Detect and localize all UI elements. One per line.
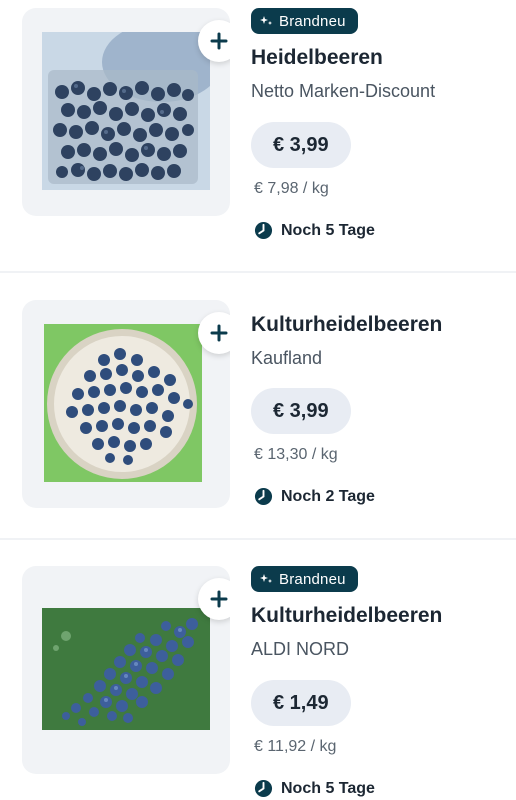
plus-icon	[210, 324, 228, 342]
price-pill: € 3,99	[251, 122, 351, 168]
new-badge: Brandneu	[251, 8, 358, 34]
plus-icon	[210, 590, 228, 608]
product-name: Heidelbeeren	[251, 46, 383, 69]
product-image-card[interactable]	[22, 300, 230, 508]
clock-icon	[254, 221, 273, 240]
product-image	[44, 324, 202, 482]
product-name: Kulturheidelbeeren	[251, 313, 443, 336]
validity-label: Noch 5 Tage	[281, 779, 375, 797]
validity-label: Noch 2 Tage	[281, 487, 375, 505]
badge-label: Brandneu	[279, 570, 346, 588]
product-image	[42, 608, 210, 730]
product-name: Kulturheidelbeeren	[251, 604, 443, 627]
divider	[0, 271, 516, 273]
sparkle-icon	[260, 574, 272, 583]
validity-label: Noch 5 Tage	[281, 221, 375, 239]
unit-price: € 13,30 / kg	[254, 446, 338, 463]
unit-price: € 11,92 / kg	[254, 738, 337, 755]
product-image-card[interactable]	[22, 8, 230, 216]
unit-price: € 7,98 / kg	[254, 180, 329, 197]
product-image	[42, 32, 210, 190]
offer-card[interactable]: Brandneu Kulturheidelbeeren ALDI NORD € …	[0, 566, 516, 800]
offer-card[interactable]: Kulturheidelbeeren Kaufland € 3,99 € 13,…	[0, 300, 516, 530]
sparkle-icon	[260, 16, 272, 25]
plus-icon	[210, 32, 228, 50]
store-name: Netto Marken-Discount	[251, 81, 436, 101]
badge-label: Brandneu	[279, 12, 346, 30]
validity: Noch 5 Tage	[254, 221, 375, 240]
store-name: Kaufland	[251, 348, 323, 368]
validity: Noch 5 Tage	[254, 779, 375, 798]
offer-card[interactable]: Brandneu Heidelbeeren Netto Marken-Disco…	[0, 8, 516, 268]
clock-icon	[254, 487, 273, 506]
clock-icon	[254, 779, 273, 798]
new-badge: Brandneu	[251, 566, 358, 592]
divider	[0, 538, 516, 540]
product-image-card[interactable]	[22, 566, 230, 774]
price-pill: € 1,49	[251, 680, 351, 726]
price-pill: € 3,99	[251, 388, 351, 434]
store-name: ALDI NORD	[251, 639, 350, 659]
validity: Noch 2 Tage	[254, 487, 375, 506]
